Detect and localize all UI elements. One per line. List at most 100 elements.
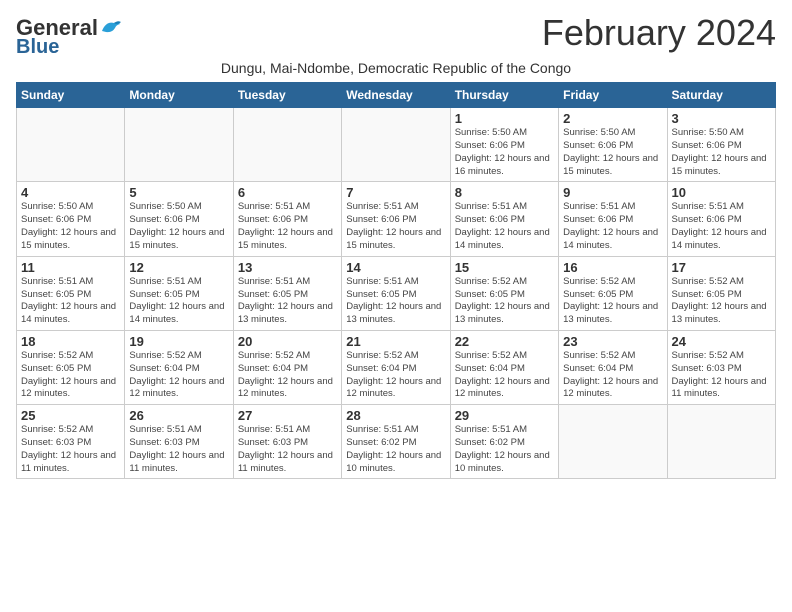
- day-info: Sunrise: 5:52 AM Sunset: 6:05 PM Dayligh…: [672, 276, 771, 327]
- day-cell: 23Sunrise: 5:52 AM Sunset: 6:04 PM Dayli…: [559, 330, 667, 404]
- day-number: 21: [346, 334, 445, 349]
- day-cell: 29Sunrise: 5:51 AM Sunset: 6:02 PM Dayli…: [450, 405, 558, 479]
- day-number: 8: [455, 185, 554, 200]
- header-saturday: Saturday: [667, 83, 775, 108]
- day-info: Sunrise: 5:51 AM Sunset: 6:06 PM Dayligh…: [455, 201, 554, 252]
- day-number: 16: [563, 260, 662, 275]
- week-row-2: 4Sunrise: 5:50 AM Sunset: 6:06 PM Daylig…: [17, 182, 776, 256]
- day-cell: 11Sunrise: 5:51 AM Sunset: 6:05 PM Dayli…: [17, 256, 125, 330]
- title-area: February 2024: [542, 12, 776, 54]
- day-number: 10: [672, 185, 771, 200]
- page-container: General Blue February 2024 Dungu, Mai-Nd…: [0, 0, 792, 487]
- day-info: Sunrise: 5:52 AM Sunset: 6:05 PM Dayligh…: [563, 276, 662, 327]
- day-number: 20: [238, 334, 337, 349]
- day-info: Sunrise: 5:50 AM Sunset: 6:06 PM Dayligh…: [21, 201, 120, 252]
- day-info: Sunrise: 5:51 AM Sunset: 6:03 PM Dayligh…: [129, 424, 228, 475]
- day-cell: 4Sunrise: 5:50 AM Sunset: 6:06 PM Daylig…: [17, 182, 125, 256]
- day-number: 19: [129, 334, 228, 349]
- logo-bird-icon: [100, 19, 122, 37]
- day-cell: [559, 405, 667, 479]
- day-info: Sunrise: 5:51 AM Sunset: 6:05 PM Dayligh…: [129, 276, 228, 327]
- day-info: Sunrise: 5:51 AM Sunset: 6:05 PM Dayligh…: [238, 276, 337, 327]
- day-number: 2: [563, 111, 662, 126]
- day-info: Sunrise: 5:52 AM Sunset: 6:03 PM Dayligh…: [672, 350, 771, 401]
- day-info: Sunrise: 5:51 AM Sunset: 6:05 PM Dayligh…: [21, 276, 120, 327]
- day-info: Sunrise: 5:50 AM Sunset: 6:06 PM Dayligh…: [672, 127, 771, 178]
- day-number: 15: [455, 260, 554, 275]
- day-cell: 22Sunrise: 5:52 AM Sunset: 6:04 PM Dayli…: [450, 330, 558, 404]
- day-number: 5: [129, 185, 228, 200]
- day-cell: 13Sunrise: 5:51 AM Sunset: 6:05 PM Dayli…: [233, 256, 341, 330]
- day-cell: 10Sunrise: 5:51 AM Sunset: 6:06 PM Dayli…: [667, 182, 775, 256]
- day-cell: 7Sunrise: 5:51 AM Sunset: 6:06 PM Daylig…: [342, 182, 450, 256]
- day-info: Sunrise: 5:52 AM Sunset: 6:05 PM Dayligh…: [455, 276, 554, 327]
- logo-blue: Blue: [16, 36, 59, 58]
- day-number: 14: [346, 260, 445, 275]
- month-title: February 2024: [542, 12, 776, 54]
- day-number: 25: [21, 408, 120, 423]
- day-info: Sunrise: 5:50 AM Sunset: 6:06 PM Dayligh…: [129, 201, 228, 252]
- day-info: Sunrise: 5:51 AM Sunset: 6:06 PM Dayligh…: [563, 201, 662, 252]
- day-cell: 24Sunrise: 5:52 AM Sunset: 6:03 PM Dayli…: [667, 330, 775, 404]
- day-number: 1: [455, 111, 554, 126]
- header-wednesday: Wednesday: [342, 83, 450, 108]
- day-cell: 5Sunrise: 5:50 AM Sunset: 6:06 PM Daylig…: [125, 182, 233, 256]
- day-cell: [233, 108, 341, 182]
- day-number: 4: [21, 185, 120, 200]
- day-cell: 19Sunrise: 5:52 AM Sunset: 6:04 PM Dayli…: [125, 330, 233, 404]
- day-cell: 8Sunrise: 5:51 AM Sunset: 6:06 PM Daylig…: [450, 182, 558, 256]
- day-cell: 18Sunrise: 5:52 AM Sunset: 6:05 PM Dayli…: [17, 330, 125, 404]
- day-cell: 16Sunrise: 5:52 AM Sunset: 6:05 PM Dayli…: [559, 256, 667, 330]
- day-cell: [17, 108, 125, 182]
- day-info: Sunrise: 5:51 AM Sunset: 6:02 PM Dayligh…: [455, 424, 554, 475]
- day-info: Sunrise: 5:51 AM Sunset: 6:06 PM Dayligh…: [238, 201, 337, 252]
- day-cell: 25Sunrise: 5:52 AM Sunset: 6:03 PM Dayli…: [17, 405, 125, 479]
- day-cell: 3Sunrise: 5:50 AM Sunset: 6:06 PM Daylig…: [667, 108, 775, 182]
- day-cell: 9Sunrise: 5:51 AM Sunset: 6:06 PM Daylig…: [559, 182, 667, 256]
- day-number: 27: [238, 408, 337, 423]
- day-info: Sunrise: 5:52 AM Sunset: 6:05 PM Dayligh…: [21, 350, 120, 401]
- day-cell: 17Sunrise: 5:52 AM Sunset: 6:05 PM Dayli…: [667, 256, 775, 330]
- header: General Blue February 2024: [16, 12, 776, 58]
- header-tuesday: Tuesday: [233, 83, 341, 108]
- header-monday: Monday: [125, 83, 233, 108]
- header-row: Sunday Monday Tuesday Wednesday Thursday…: [17, 83, 776, 108]
- subtitle: Dungu, Mai-Ndombe, Democratic Republic o…: [16, 60, 776, 76]
- day-cell: 6Sunrise: 5:51 AM Sunset: 6:06 PM Daylig…: [233, 182, 341, 256]
- day-number: 24: [672, 334, 771, 349]
- header-sunday: Sunday: [17, 83, 125, 108]
- week-row-3: 11Sunrise: 5:51 AM Sunset: 6:05 PM Dayli…: [17, 256, 776, 330]
- day-cell: 2Sunrise: 5:50 AM Sunset: 6:06 PM Daylig…: [559, 108, 667, 182]
- week-row-4: 18Sunrise: 5:52 AM Sunset: 6:05 PM Dayli…: [17, 330, 776, 404]
- day-cell: 26Sunrise: 5:51 AM Sunset: 6:03 PM Dayli…: [125, 405, 233, 479]
- week-row-1: 1Sunrise: 5:50 AM Sunset: 6:06 PM Daylig…: [17, 108, 776, 182]
- day-cell: 14Sunrise: 5:51 AM Sunset: 6:05 PM Dayli…: [342, 256, 450, 330]
- day-number: 12: [129, 260, 228, 275]
- day-cell: 27Sunrise: 5:51 AM Sunset: 6:03 PM Dayli…: [233, 405, 341, 479]
- day-number: 9: [563, 185, 662, 200]
- day-cell: [342, 108, 450, 182]
- day-number: 11: [21, 260, 120, 275]
- day-info: Sunrise: 5:52 AM Sunset: 6:04 PM Dayligh…: [129, 350, 228, 401]
- week-row-5: 25Sunrise: 5:52 AM Sunset: 6:03 PM Dayli…: [17, 405, 776, 479]
- day-info: Sunrise: 5:50 AM Sunset: 6:06 PM Dayligh…: [455, 127, 554, 178]
- day-cell: 12Sunrise: 5:51 AM Sunset: 6:05 PM Dayli…: [125, 256, 233, 330]
- day-info: Sunrise: 5:51 AM Sunset: 6:06 PM Dayligh…: [346, 201, 445, 252]
- day-info: Sunrise: 5:50 AM Sunset: 6:06 PM Dayligh…: [563, 127, 662, 178]
- day-cell: 21Sunrise: 5:52 AM Sunset: 6:04 PM Dayli…: [342, 330, 450, 404]
- day-number: 3: [672, 111, 771, 126]
- calendar-table: Sunday Monday Tuesday Wednesday Thursday…: [16, 82, 776, 479]
- day-number: 13: [238, 260, 337, 275]
- header-friday: Friday: [559, 83, 667, 108]
- day-number: 22: [455, 334, 554, 349]
- day-number: 23: [563, 334, 662, 349]
- header-thursday: Thursday: [450, 83, 558, 108]
- day-cell: [667, 405, 775, 479]
- day-number: 6: [238, 185, 337, 200]
- day-number: 18: [21, 334, 120, 349]
- logo: General Blue: [16, 16, 122, 58]
- day-cell: 20Sunrise: 5:52 AM Sunset: 6:04 PM Dayli…: [233, 330, 341, 404]
- day-info: Sunrise: 5:51 AM Sunset: 6:05 PM Dayligh…: [346, 276, 445, 327]
- day-info: Sunrise: 5:52 AM Sunset: 6:04 PM Dayligh…: [238, 350, 337, 401]
- day-info: Sunrise: 5:52 AM Sunset: 6:04 PM Dayligh…: [563, 350, 662, 401]
